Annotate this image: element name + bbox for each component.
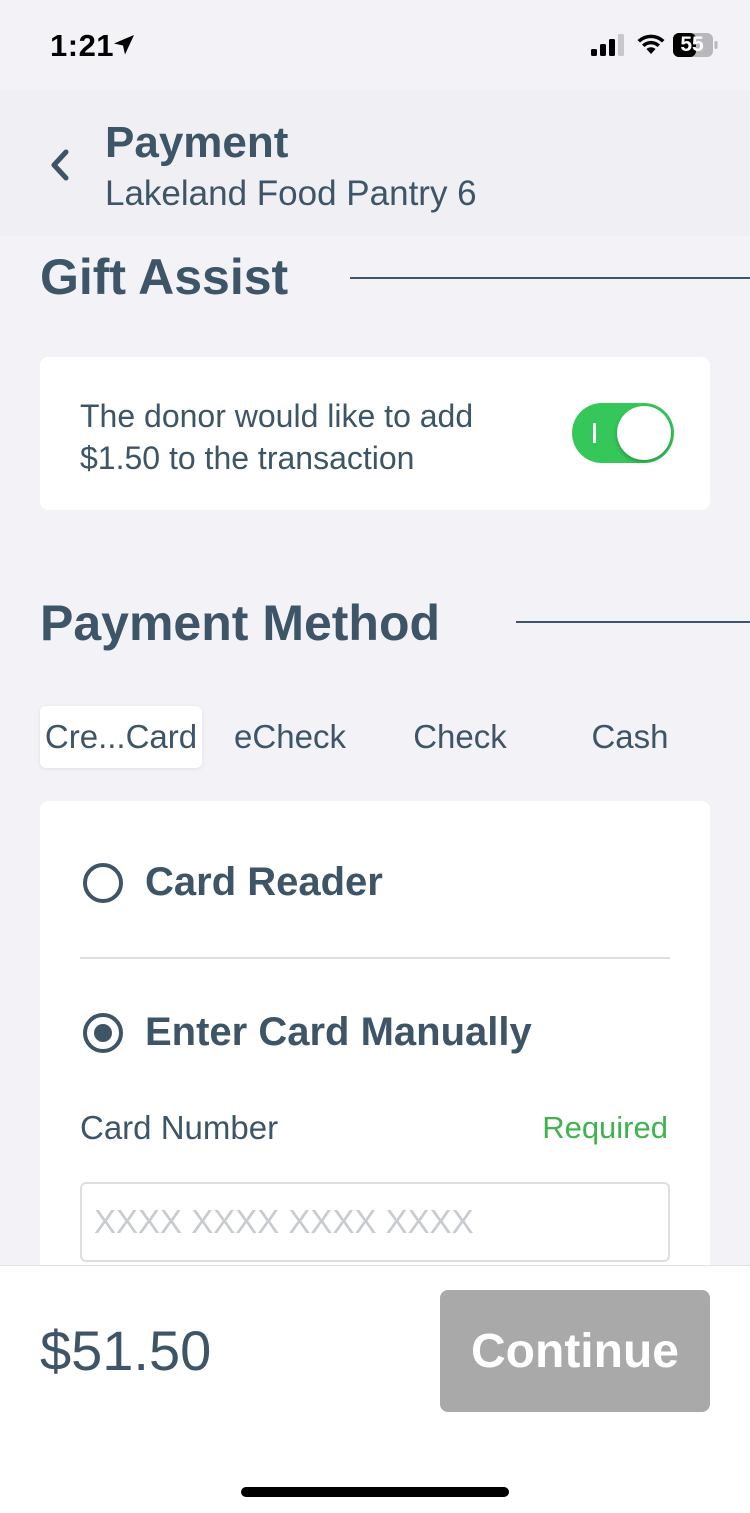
home-indicator [241,1487,509,1497]
chevron-left-icon [51,149,69,181]
tab-echeck[interactable]: eCheck [210,706,370,768]
required-indicator: Required [542,1110,668,1145]
card-reader-label[interactable]: Card Reader [145,860,383,905]
battery-level-text: 55 [680,33,704,56]
toggle-on-mark [593,423,596,443]
section-divider [516,621,750,623]
payment-screen: 1:21 55 Payment Lakeland Food Pantry 6 G… [0,0,750,1513]
card-reader-radio[interactable] [83,863,123,903]
payment-method-heading: Payment Method [40,595,441,651]
status-bar: 1:21 55 [0,0,750,90]
radio-selected-dot [94,1024,112,1042]
toggle-knob [617,406,671,460]
option-divider [80,957,670,959]
location-arrow-icon [114,35,134,55]
tab-credit-card[interactable]: Cre...Card [40,706,202,768]
card-entry-card: Card Reader Enter Card Manually Card Num… [40,801,710,1271]
total-amount: $51.50 [40,1319,212,1382]
gift-assist-heading: Gift Assist [40,249,289,305]
tab-cash[interactable]: Cash [550,706,710,768]
wifi-icon [637,34,665,54]
navigation-header: Payment Lakeland Food Pantry 6 [0,90,750,236]
gift-assist-card: The donor would like to add $1.50 to the… [40,357,710,510]
section-divider [350,277,750,279]
back-button[interactable] [40,145,80,185]
page-subtitle: Lakeland Food Pantry 6 [105,174,477,213]
status-time: 1:21 [50,28,115,63]
continue-button[interactable]: Continue [440,1290,710,1412]
page-title: Payment [105,118,289,167]
gift-assist-text: The donor would like to add $1.50 to the… [80,398,474,476]
checkout-footer: $51.50 Continue [0,1265,750,1513]
card-number-label: Card Number [80,1109,279,1146]
enter-card-manually-label[interactable]: Enter Card Manually [145,1010,532,1055]
card-number-input[interactable] [80,1182,670,1262]
gift-assist-toggle[interactable] [572,403,674,463]
tab-check[interactable]: Check [380,706,540,768]
cellular-signal-icon [591,34,624,56]
enter-card-manually-radio[interactable] [83,1013,123,1053]
